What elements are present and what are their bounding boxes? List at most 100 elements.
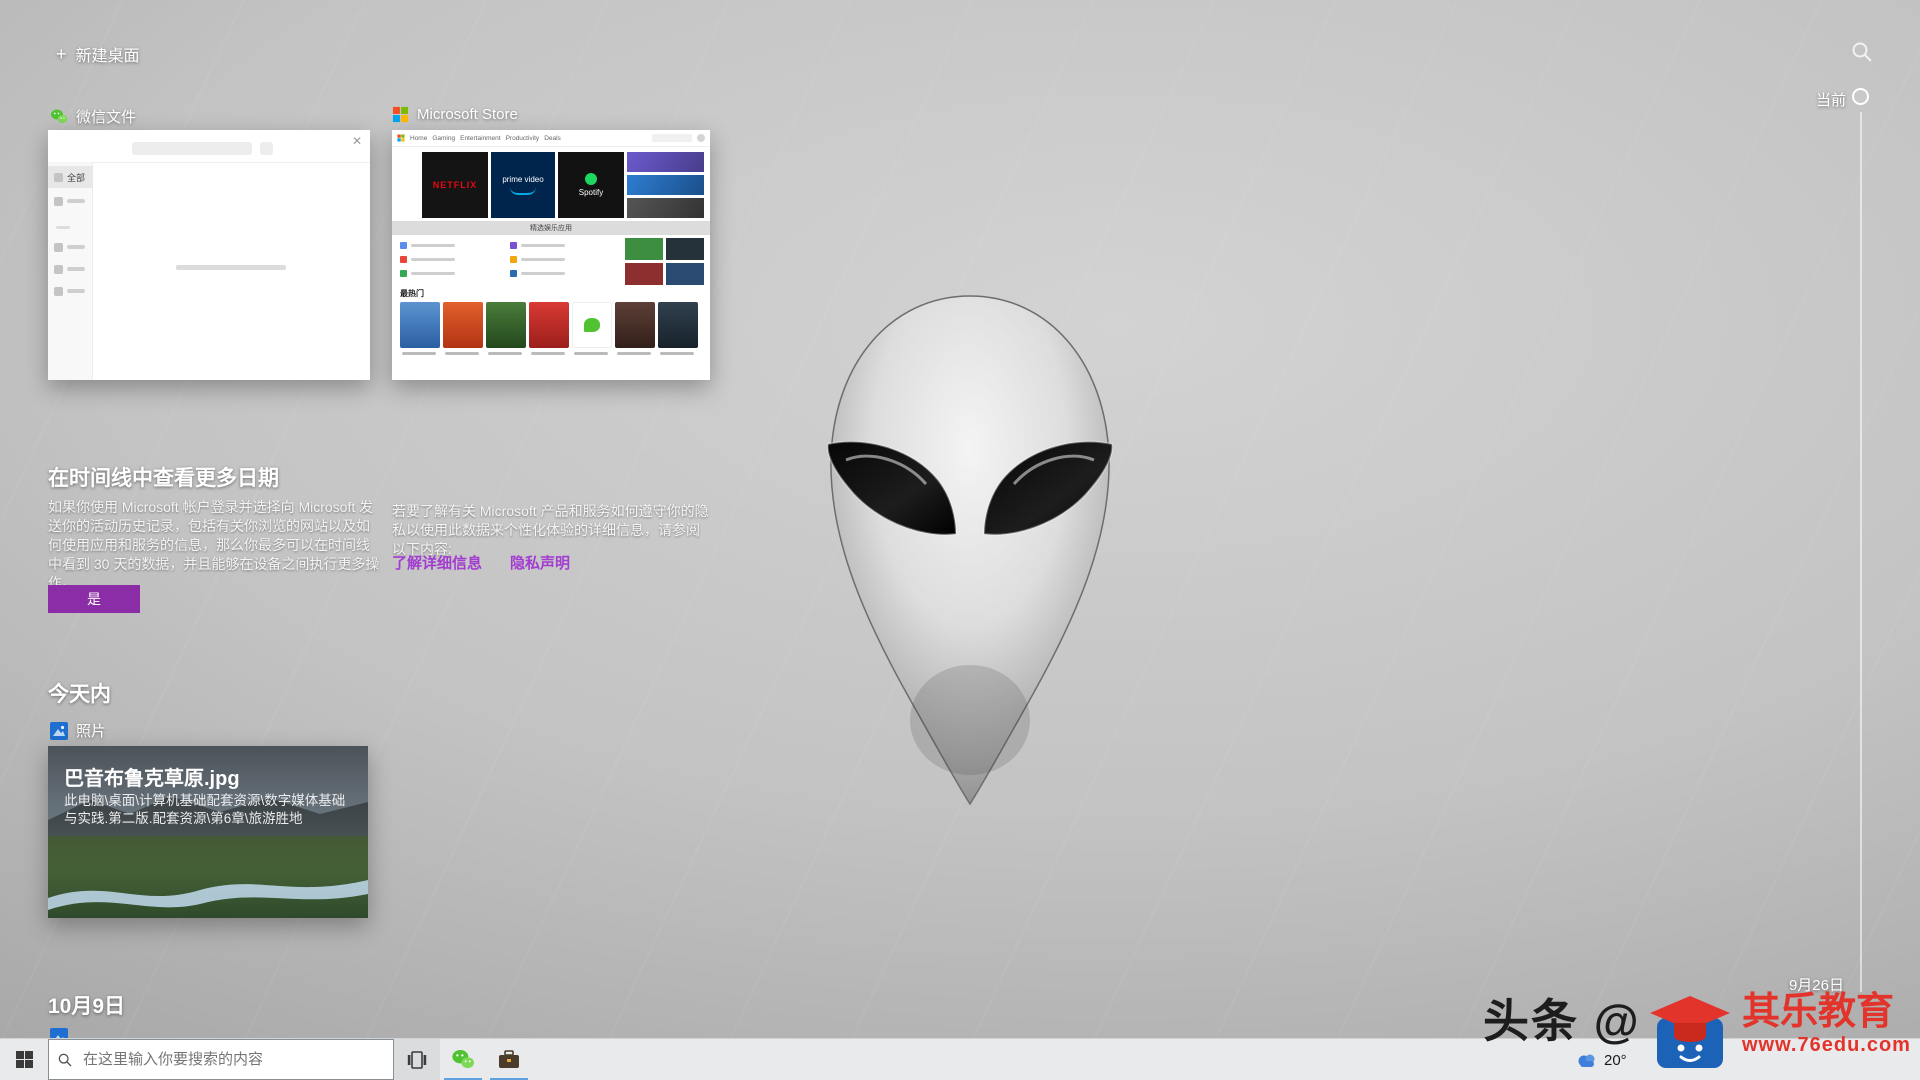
wechat-window-thumbnail[interactable]: ✕ 全部 <box>48 130 370 380</box>
store-hot-tile <box>615 302 655 348</box>
start-button[interactable] <box>0 1039 48 1080</box>
store-list-row <box>510 256 565 263</box>
wechat-toolbar-divider <box>48 162 370 163</box>
photos-activity-label: 照片 <box>50 720 106 741</box>
timeline-current-label: 当前 <box>1815 92 1846 109</box>
store-hero-side-tile <box>627 175 704 195</box>
wechat-sidebar-item-label: 全部 <box>67 172 86 183</box>
wechat-search-bar <box>132 142 252 155</box>
store-nav-deals: Deals <box>544 134 561 142</box>
wechat-empty-state-text <box>176 265 286 270</box>
alienware-head-wallpaper <box>826 295 1114 806</box>
oct9-heading: 10月9日 <box>48 995 126 1018</box>
taskbar-search-input[interactable] <box>81 1050 385 1069</box>
text-placeholder-bar <box>660 352 694 355</box>
taskbar-wechat-button[interactable] <box>440 1039 486 1080</box>
text-placeholder-bar <box>402 352 436 355</box>
taskbar-search-box[interactable] <box>48 1039 394 1080</box>
store-list-row <box>400 256 455 263</box>
store-search-pill <box>652 134 692 142</box>
microsoft-store-icon <box>392 106 409 123</box>
photos-app-label: 照片 <box>76 723 107 740</box>
wechat-window-title: 微信文件 <box>76 109 137 126</box>
wechat-sidebar-group-label <box>56 226 70 229</box>
spotify-logo-icon <box>585 173 597 185</box>
wechat-sidebar-item <box>48 280 93 302</box>
microsoft-store-icon <box>397 134 405 142</box>
text-placeholder-bar <box>445 352 479 355</box>
text-placeholder-bar <box>67 199 85 203</box>
photos-app-icon <box>50 721 68 740</box>
wechat-sidebar: 全部 <box>48 162 93 380</box>
graduation-cap-logo <box>1650 996 1730 1068</box>
folder-icon <box>54 172 63 182</box>
store-grid-tile <box>625 263 663 285</box>
wechat-mini-icon <box>584 318 600 332</box>
taskbar-app-button[interactable] <box>486 1039 532 1080</box>
store-list-row <box>510 242 565 249</box>
text-placeholder-bar <box>67 289 85 293</box>
activity-file-path: 此电脑\桌面\计算机基础配套资源\数字媒体基础与实践.第二版.配套资源\第6章\… <box>64 793 346 826</box>
promo-body-left: 如果你使用 Microsoft 帐户登录并选择向 Microsoft 发送你的活… <box>48 499 380 591</box>
store-titlebar: Home Gaming Entertainment Productivity D… <box>392 130 710 147</box>
text-placeholder-bar <box>574 352 608 355</box>
store-window-title: Microsoft Store <box>417 106 518 123</box>
wechat-icon <box>452 1049 474 1068</box>
text-placeholder-bar <box>617 352 651 355</box>
new-desktop-label: 新建桌面 <box>75 48 140 65</box>
text-placeholder-bar <box>67 245 85 249</box>
store-nav-productivity: Productivity <box>505 134 540 142</box>
brand-name: 其乐教育 <box>1742 991 1895 1033</box>
weather-temp: 20° <box>1604 1051 1627 1069</box>
store-window-thumbnail[interactable]: Home Gaming Entertainment Productivity D… <box>392 130 710 380</box>
wechat-window-label: 微信文件 <box>50 106 136 127</box>
watermark-headline: 头条 @ <box>1483 995 1641 1047</box>
timeline-knob[interactable] <box>1852 88 1869 105</box>
clock-icon <box>54 196 63 206</box>
wechat-sidebar-item <box>48 190 93 212</box>
video-icon <box>54 264 63 274</box>
brand-watermark: 其乐教育 www.76edu.com <box>1648 990 1911 1074</box>
wechat-icon <box>51 109 68 123</box>
store-banner: 精选娱乐应用 <box>392 221 710 235</box>
store-nav-home: Home <box>410 134 428 142</box>
store-hot-tile <box>529 302 569 348</box>
store-hero-side-tile <box>627 152 704 172</box>
store-nav-gaming: Gaming <box>432 134 456 142</box>
task-view-screen: + 新建桌面 当前 9月26日 微信文件 ✕ 全部 Microsoft Stor… <box>0 0 1920 1080</box>
timeline-track[interactable] <box>1860 112 1862 992</box>
prime-smile-arc <box>510 187 536 195</box>
store-grid-tile <box>625 238 663 260</box>
text-placeholder-bar <box>67 267 85 271</box>
store-hero-netflix: NETFLIX <box>422 152 488 218</box>
search-icon[interactable] <box>1850 40 1874 64</box>
store-hot-tile <box>486 302 526 348</box>
promo-body-right: 若要了解有关 Microsoft 产品和服务如何遵守你的隐私以使用此数据来个性化… <box>392 503 709 557</box>
doc-icon <box>54 286 63 296</box>
store-list-row <box>400 242 455 249</box>
wechat-add-button <box>260 142 273 155</box>
new-desktop-button[interactable]: + 新建桌面 <box>56 42 140 66</box>
store-list-row <box>510 270 565 277</box>
prime-video-logo: prime video <box>502 175 544 184</box>
store-account-icon <box>697 134 705 142</box>
learn-more-link[interactable]: 了解详细信息 <box>392 552 482 573</box>
store-hot-tile <box>443 302 483 348</box>
wechat-sidebar-item-all: 全部 <box>48 166 93 188</box>
activity-file-title: 巴音布鲁克草原.jpg <box>64 768 240 790</box>
netflix-logo: NETFLIX <box>432 180 478 190</box>
task-view-button[interactable] <box>394 1039 440 1080</box>
windows-logo-icon <box>15 1051 33 1068</box>
brand-text-block: 其乐教育 www.76edu.com <box>1742 990 1911 1074</box>
brand-url: www.76edu.com <box>1742 1034 1911 1056</box>
yes-button[interactable]: 是 <box>48 585 140 613</box>
store-grid-tile <box>666 263 704 285</box>
store-hero-side-tile <box>627 198 704 218</box>
cloud-icon <box>1578 1054 1595 1067</box>
today-activity-card[interactable]: 巴音布鲁克草原.jpg 此电脑\桌面\计算机基础配套资源\数字媒体基础与实践.第… <box>48 746 368 918</box>
promo-title: 在时间线中查看更多日期 <box>48 467 279 490</box>
task-view-icon <box>407 1050 427 1069</box>
store-nav-entertainment: Entertainment <box>460 134 501 142</box>
privacy-statement-link[interactable]: 隐私声明 <box>510 552 570 573</box>
store-window-label: Microsoft Store <box>392 106 518 123</box>
